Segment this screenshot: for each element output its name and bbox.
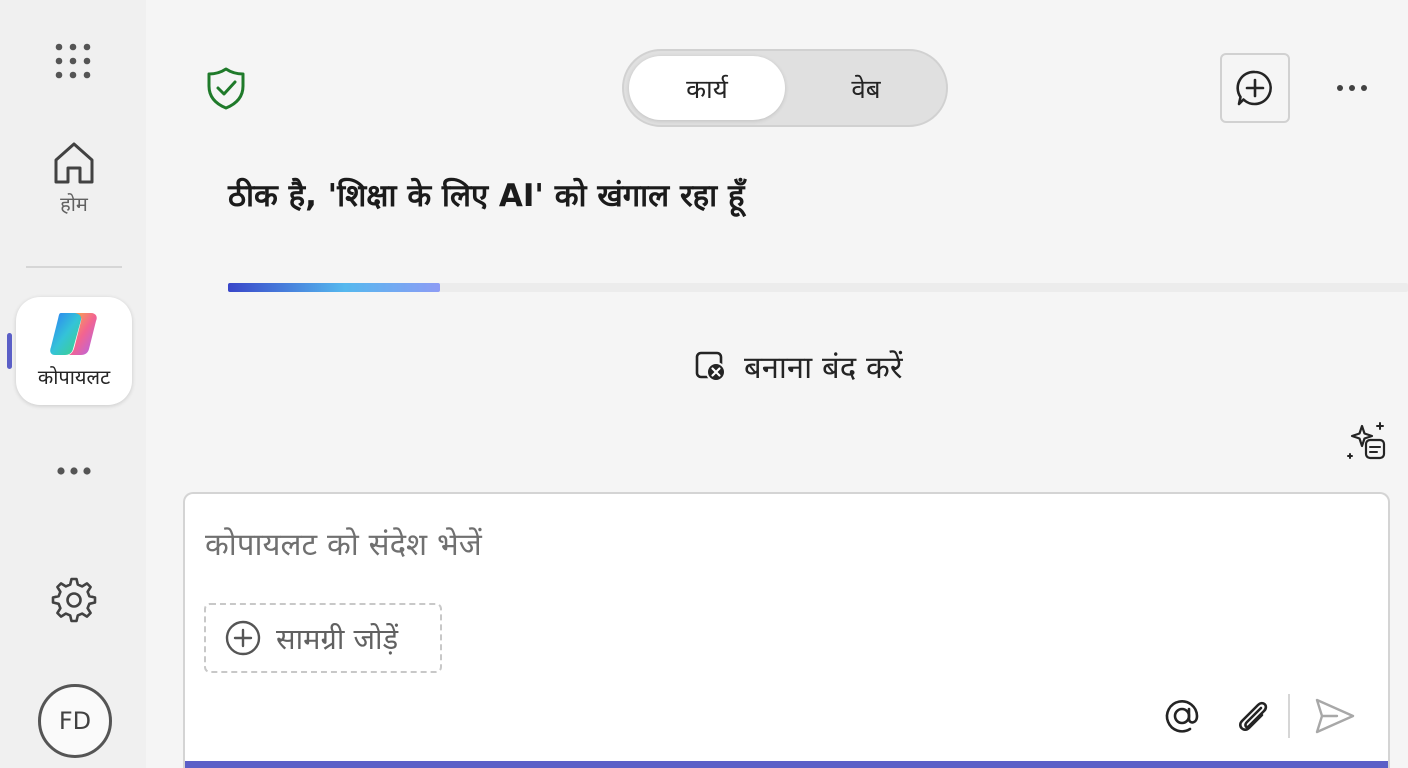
tab-web[interactable]: वेब [788, 56, 944, 120]
work-web-toggle: कार्य वेब [622, 49, 948, 127]
add-content-button[interactable]: सामग्री जोड़ें [204, 603, 442, 673]
rail-item-home-label: होम [60, 192, 88, 216]
copilot-logo-icon [16, 309, 132, 359]
more-options-icon[interactable] [1330, 74, 1374, 102]
avatar-initials: FD [58, 707, 92, 735]
paperclip-icon[interactable] [1231, 694, 1275, 738]
rail-divider [26, 266, 122, 268]
apps-grid-icon[interactable] [54, 42, 92, 80]
more-horizontal-icon[interactable] [54, 458, 94, 484]
rail-item-copilot[interactable]: कोपायलट [16, 297, 132, 405]
rail-item-copilot-label: कोपायलट [37, 365, 111, 389]
left-rail: होम कोपायलट FD [0, 0, 146, 768]
stop-generating-button[interactable]: बनाना बंद करें [694, 344, 903, 390]
settings-gear-icon[interactable] [50, 575, 98, 623]
new-chat-icon [1235, 68, 1275, 108]
rail-item-home[interactable]: होम [36, 140, 112, 230]
at-mention-icon[interactable] [1160, 694, 1204, 738]
tab-work[interactable]: कार्य [629, 56, 785, 120]
progress-bar-fill [228, 283, 441, 292]
send-icon[interactable] [1311, 694, 1357, 738]
stop-icon [694, 350, 728, 384]
working-status-text: ठीक है, 'शिक्षा के लिए AI' को खंगाल रहा … [228, 178, 745, 214]
add-content-label: सामग्री जोड़ें [276, 621, 399, 656]
plus-circle-icon [224, 619, 262, 657]
composer-focus-underline [185, 761, 1388, 768]
progress-bar [228, 283, 1408, 292]
active-indicator [7, 333, 12, 369]
copilot-app: होम कोपायलट FD कार्य वेब ठीक है, 'शिक्षा… [0, 0, 1408, 768]
sparkle-notes-icon[interactable] [1346, 420, 1388, 462]
composer-divider [1288, 694, 1290, 738]
shield-check-icon[interactable] [204, 66, 248, 110]
message-composer: सामग्री जोड़ें [183, 492, 1390, 768]
home-icon [36, 140, 112, 186]
stop-generating-label: बनाना बंद करें [744, 350, 903, 386]
message-input[interactable] [205, 518, 1325, 572]
user-avatar[interactable]: FD [38, 684, 112, 758]
new-chat-button[interactable] [1220, 53, 1290, 123]
